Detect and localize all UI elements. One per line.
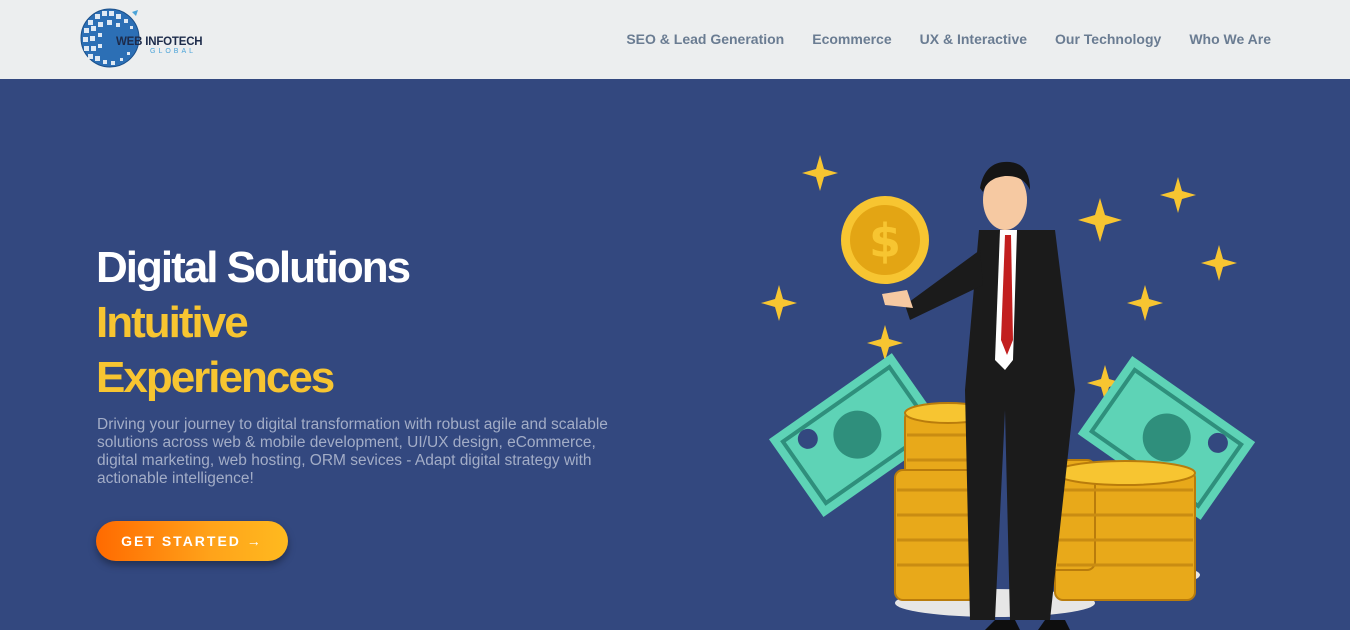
businessman-coins-illustration: $: [761, 155, 1255, 630]
hero-headline: Digital Solutions Intuitive Experiences: [96, 240, 411, 405]
sparkle-icon: [1078, 198, 1122, 242]
sparkle-icon: [1160, 177, 1196, 213]
dollar-coin-icon: $: [841, 196, 929, 284]
brand-tagline: GLOBAL: [150, 48, 197, 55]
nav-item-seo-lead-generation[interactable]: SEO & Lead Generation: [626, 31, 784, 47]
coin-dollar-symbol: $: [869, 214, 901, 268]
headline-line-2: Intuitive: [96, 298, 249, 347]
sparkle-icon: [867, 325, 903, 361]
sparkle-icon: [761, 285, 797, 321]
sparkle-icon: [1127, 285, 1163, 321]
brand-name: WEB INFOTECH: [116, 36, 203, 48]
sparkle-icon: [802, 155, 838, 191]
top-navbar: WEB INFOTECH GLOBAL SEO & Lead Generatio…: [0, 0, 1350, 79]
headline-line-3: Experiences: [96, 353, 335, 402]
nav-item-ux-interactive[interactable]: UX & Interactive: [920, 31, 1027, 47]
brand-logo[interactable]: WEB INFOTECH GLOBAL: [80, 6, 228, 70]
sparkle-icon: [1201, 245, 1237, 281]
nav-item-ecommerce[interactable]: Ecommerce: [812, 31, 891, 47]
headline-line-1: Digital Solutions: [96, 243, 411, 292]
nav-item-who-we-are[interactable]: Who We Are: [1189, 31, 1271, 47]
get-started-button[interactable]: GET STARTED →: [96, 521, 288, 561]
main-nav: SEO & Lead Generation Ecommerce UX & Int…: [626, 31, 1271, 47]
hero-description: Driving your journey to digital transfor…: [97, 416, 608, 487]
nav-item-our-technology[interactable]: Our Technology: [1055, 31, 1161, 47]
get-started-label: GET STARTED →: [121, 533, 263, 549]
